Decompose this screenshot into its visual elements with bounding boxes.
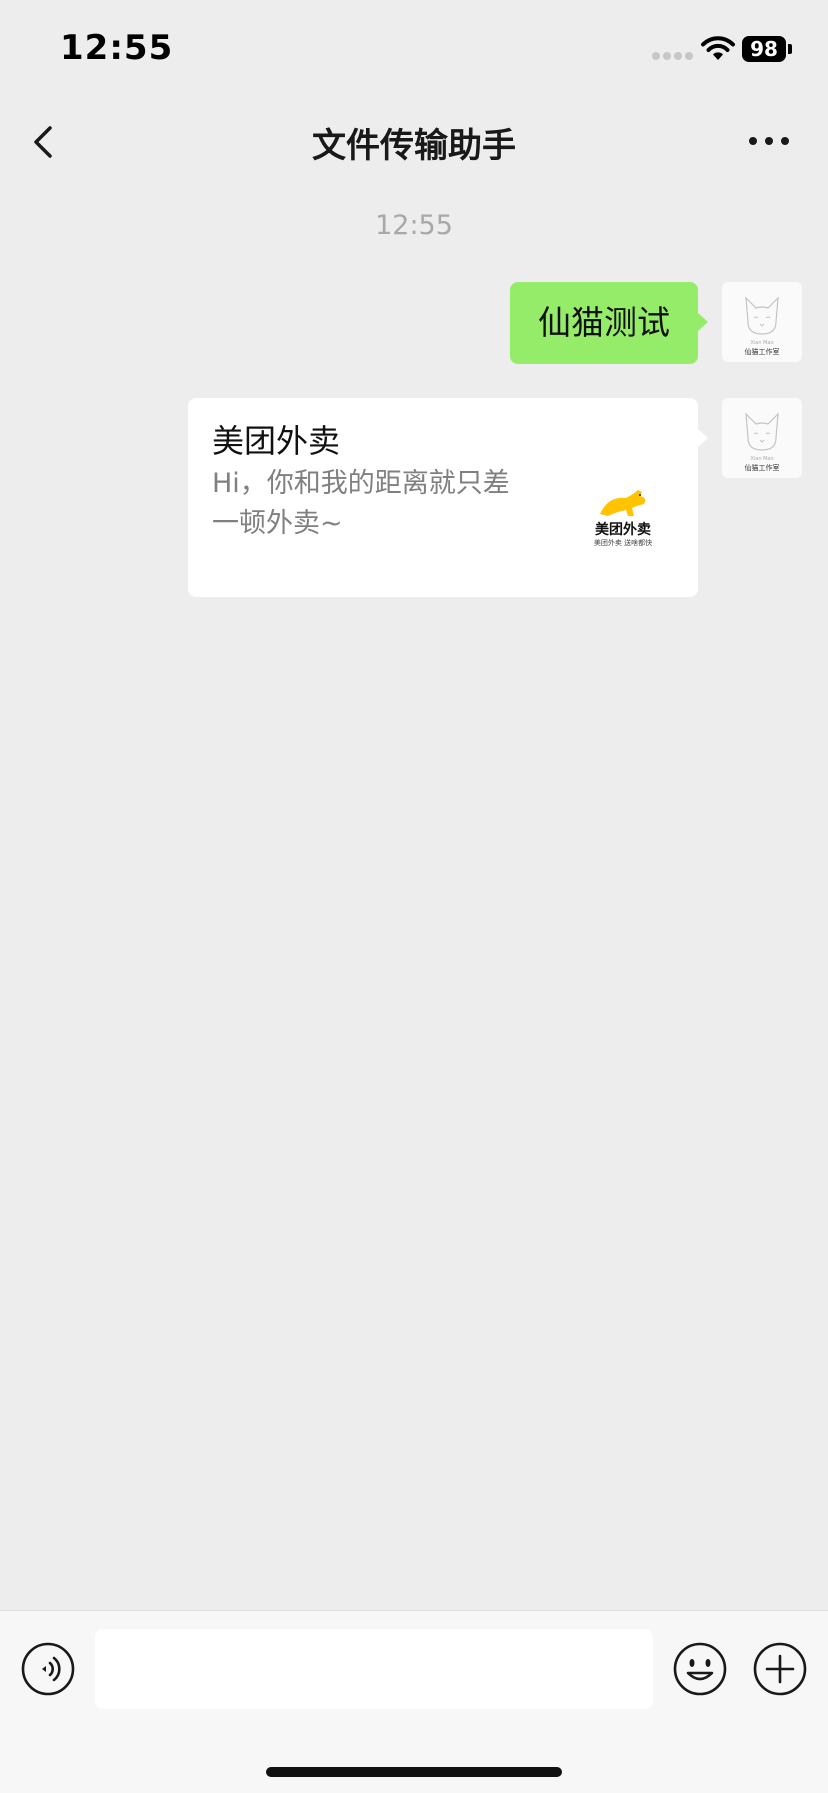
avatar-subcaption: 仙猫工作室 [745,463,780,472]
voice-input-icon[interactable] [20,1641,76,1697]
avatar-caption: Xian Mao [750,340,773,346]
cellular-signal-icon [652,52,693,60]
logo-text: 美团外卖 [595,522,651,538]
message-timestamp: 12:55 [375,210,453,241]
avatar[interactable]: Xian Mao 仙猫工作室 [722,282,802,362]
emoji-icon[interactable] [672,1641,728,1697]
logo-subtext: 美团外卖 送啥都快 [593,539,653,547]
status-bar: 12:55 98 [0,0,828,100]
more-options-icon[interactable] [748,136,790,146]
nav-bar: 文件传输助手 [0,100,828,180]
battery-icon: 98 [742,36,786,62]
status-time: 12:55 [60,28,174,68]
avatar-subcaption: 仙猫工作室 [745,347,780,356]
wifi-icon [701,36,735,60]
card-title: 美团外卖 [212,422,341,460]
card-description: Hi，你和我的距离就只差一顿外卖~ [212,468,510,539]
kangaroo-icon [600,490,646,516]
cat-avatar-icon: Xian Mao 仙猫工作室 [722,282,802,362]
home-indicator[interactable] [266,1767,562,1777]
mini-program-card[interactable]: 美团外卖 Hi，你和我的距离就只差一顿外卖~ 美团外卖 美团外卖 送啥都快 [188,398,708,597]
meituan-logo: 美团外卖 美团外卖 送啥都快 [588,486,658,547]
battery-tip [788,44,792,54]
input-bar [0,1610,828,1793]
avatar-caption: Xian Mao [750,456,773,462]
chat-title: 文件传输助手 [312,126,516,166]
avatar[interactable]: Xian Mao 仙猫工作室 [722,398,802,478]
message-input[interactable] [95,1629,653,1709]
cat-avatar-icon: Xian Mao 仙猫工作室 [722,398,802,478]
message-bubble-text[interactable]: 仙猫测试 [510,282,708,364]
add-icon[interactable] [752,1641,808,1697]
